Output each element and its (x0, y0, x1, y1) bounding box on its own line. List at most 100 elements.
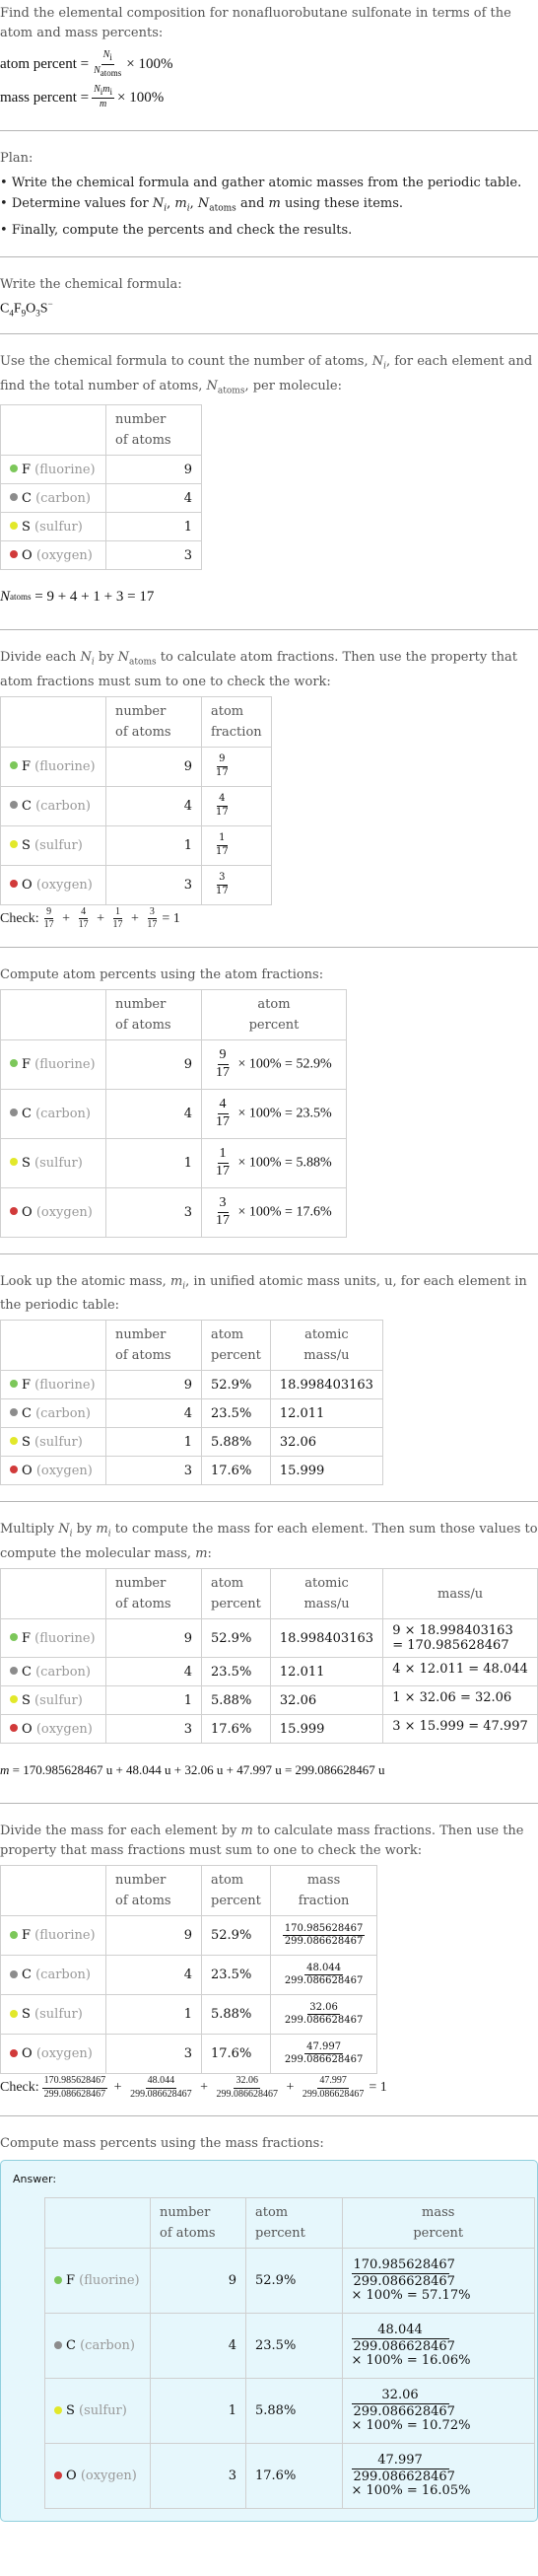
question-text: Find the elemental composition for nonaf… (0, 6, 511, 40)
header-number-of-atoms: number of atoms (105, 695, 202, 748)
plan-title: Plan: (0, 151, 34, 166)
header-number-of-atoms: number of atoms (105, 1320, 202, 1372)
element-color-dot-icon (10, 465, 18, 473)
element-color-dot-icon (10, 522, 18, 531)
atom-percent-calc-cell: 3 17 × 100% = 17.6% (201, 1186, 347, 1238)
atomic-mass-cell: 15.999 (269, 1714, 384, 1745)
atom-count-cell: 3 (105, 1456, 202, 1486)
atom-fraction-table: number of atoms atom fraction F (fluorine)… (0, 695, 272, 905)
atomic-mass-section: Look up the atomic mass, mi, in unified … (0, 1272, 538, 1486)
element-cell: C (carbon) (0, 1955, 106, 1996)
mass-fraction-cell: 170.985628467 299.086628467 (269, 1915, 378, 1957)
answer-label: Answer: (13, 2173, 57, 2186)
atom-percent-cell: 17.6% (201, 2034, 271, 2075)
atom-count-cell: 9 (150, 2248, 246, 2315)
atom-fraction-cell: 9 17 (201, 746, 272, 787)
fraction: 170.985628467 299.086628467 (351, 2256, 455, 2289)
element-color-dot-icon (54, 2405, 62, 2414)
divider (0, 629, 538, 631)
element-cell: O (oxygen) (0, 2034, 106, 2075)
atomic-mass-cell: 32.06 (269, 1427, 383, 1458)
atom-percent-cell: 23.5% (201, 1398, 271, 1429)
atom-percent-cell: 17.6% (201, 1714, 271, 1745)
table-row: C (carbon) 4 4 17 (0, 785, 272, 826)
element-mass-cell: 3 × 15.999 = 47.997 (382, 1714, 538, 1745)
table-row: S (sulfur) 1 5.88% 32.06 299.086628467 (0, 1994, 378, 2036)
atom-fraction-check: Check: 9 17 + 4 17 + 1 17 + 3 17 = 1 (0, 905, 180, 931)
atom-percent-section: Compute atom percents using the atom fra… (0, 966, 538, 1238)
element-color-dot-icon (10, 493, 18, 502)
table-row: O (oxygen) 3 17.6% 15.999 3 × 15.999 = 47.99… (0, 1714, 538, 1745)
element-color-dot-icon (10, 761, 18, 770)
element-cell: O (oxygen) (44, 2443, 151, 2510)
element-cell: S (sulfur) (0, 1427, 106, 1458)
element-mass-cell: 4 × 12.011 = 48.044 (382, 1657, 538, 1687)
table-row: O (oxygen) 3 17.6% 47.997 299.086628467 (0, 2034, 378, 2075)
mass-fraction-cell: 32.06 299.086628467 (269, 1994, 378, 2036)
element-cell: O (oxygen) (0, 1456, 106, 1486)
atom-percent-cell: 23.5% (201, 1657, 271, 1687)
table-row: S (sulfur) 1 5.88% 32.06 299.086628467 × 100%… (44, 2378, 536, 2445)
atom-count-cell: 4 (105, 1955, 202, 1996)
fraction: 9 17 (216, 1047, 230, 1080)
element-color-dot-icon (10, 1380, 18, 1389)
mass-percent-cell: 170.985628467 299.086628467 × 100% = 57.17… (341, 2248, 536, 2315)
table-row: S (sulfur) 1 5.88% 32.06 1 × 32.06 = 32.06 (0, 1685, 538, 1716)
header-atom-fraction: atom fraction (201, 695, 272, 748)
mass-percent-section: Compute mass percents using the mass fra… (0, 2134, 538, 2523)
atom-count-cell: 3 (105, 864, 202, 905)
mass-percent-table: number of atoms atom percent mass percent F… (44, 2197, 536, 2510)
table-row: C (carbon) 4 (0, 483, 202, 514)
table-row: F (fluorine) 9 52.9% 18.998403163 9 × 18.998… (0, 1618, 538, 1659)
atom-count-cell: 9 (105, 1038, 202, 1090)
element-color-dot-icon (54, 2275, 62, 2284)
element-cell: C (carbon) (0, 1398, 106, 1429)
element-color-dot-icon (10, 1059, 18, 1068)
atom-count-cell: 9 (105, 1618, 202, 1659)
atom-count-cell: 4 (105, 1398, 202, 1429)
problem-statement: Find the elemental composition for nonaf… (0, 4, 538, 114)
atomic-mass-cell: 12.011 (269, 1398, 383, 1429)
element-cell: F (fluorine) (0, 1915, 106, 1957)
header-atom-percent: atom percent (245, 2197, 343, 2250)
mass-percent-fraction: Nimi m (92, 84, 115, 110)
table-row: S (sulfur) 1 1 17 (0, 824, 272, 866)
times-100-text: × 100% (126, 56, 173, 72)
atom-count-cell: 1 (105, 1685, 202, 1716)
fraction: 32.06 299.086628467 (284, 2001, 364, 2027)
fraction: 47.997 299.086628467 (284, 2040, 364, 2066)
element-mass-section: Multiply Ni by mi to compute the mass fo… (0, 1520, 538, 1787)
element-cell: F (fluorine) (44, 2248, 151, 2315)
mass-percent-cell: 32.06 299.086628467 × 100% = 10.72% (341, 2378, 536, 2445)
element-color-dot-icon (10, 1207, 18, 1216)
element-color-dot-icon (10, 1724, 18, 1733)
mass-fraction-table: number of atoms atom percent mass fraction … (0, 1865, 378, 2075)
atom-count-cell: 4 (105, 785, 202, 826)
atom-percent-calc-cell: 9 17 × 100% = 52.9% (201, 1038, 347, 1090)
mass-fraction-cell: 47.997 299.086628467 (269, 2034, 378, 2075)
atom-count-cell: 4 (105, 1657, 202, 1687)
atom-count-cell: 3 (150, 2443, 246, 2510)
element-cell: O (oxygen) (0, 864, 106, 905)
atom-percent-table: number of atoms atom percent F (fluorine) 9… (0, 988, 347, 1238)
mass-percent-intro: Compute mass percents using the mass fra… (0, 2136, 324, 2152)
atom-count-cell: 1 (105, 824, 202, 866)
table-row: F (fluorine) 9 52.9% 170.985628467 299.08662… (44, 2248, 536, 2315)
atom-percent-intro: Compute atom percents using the atom fra… (0, 966, 324, 982)
atom-count-cell: 9 (105, 455, 202, 485)
table-row: O (oxygen) 3 (0, 540, 202, 571)
table-row: S (sulfur) 1 1 17 × 100% = 5.88% (0, 1137, 347, 1188)
element-color-dot-icon (10, 880, 18, 889)
mass-percent-cell: 48.044 299.086628467 × 100% = 16.06% (341, 2313, 536, 2380)
plan-item: Finally, compute the percents and check … (0, 220, 538, 241)
atom-percent-cell: 23.5% (201, 1955, 271, 1996)
header-atom-percent: atom percent (201, 1320, 271, 1372)
table-row: F (fluorine) 9 9 17 × 100% = 52.9% (0, 1038, 347, 1090)
atom-count-cell: 4 (150, 2313, 246, 2380)
table-row: O (oxygen) 3 3 17 (0, 864, 272, 905)
times-100-text: × 100% (117, 90, 165, 106)
fraction: 9 17 (216, 753, 229, 778)
mass-intro: Multiply Ni by mi to compute the mass fo… (0, 1522, 538, 1562)
table-row: O (oxygen) 3 17.6% 15.999 (0, 1456, 383, 1486)
element-cell: S (sulfur) (44, 2378, 151, 2445)
